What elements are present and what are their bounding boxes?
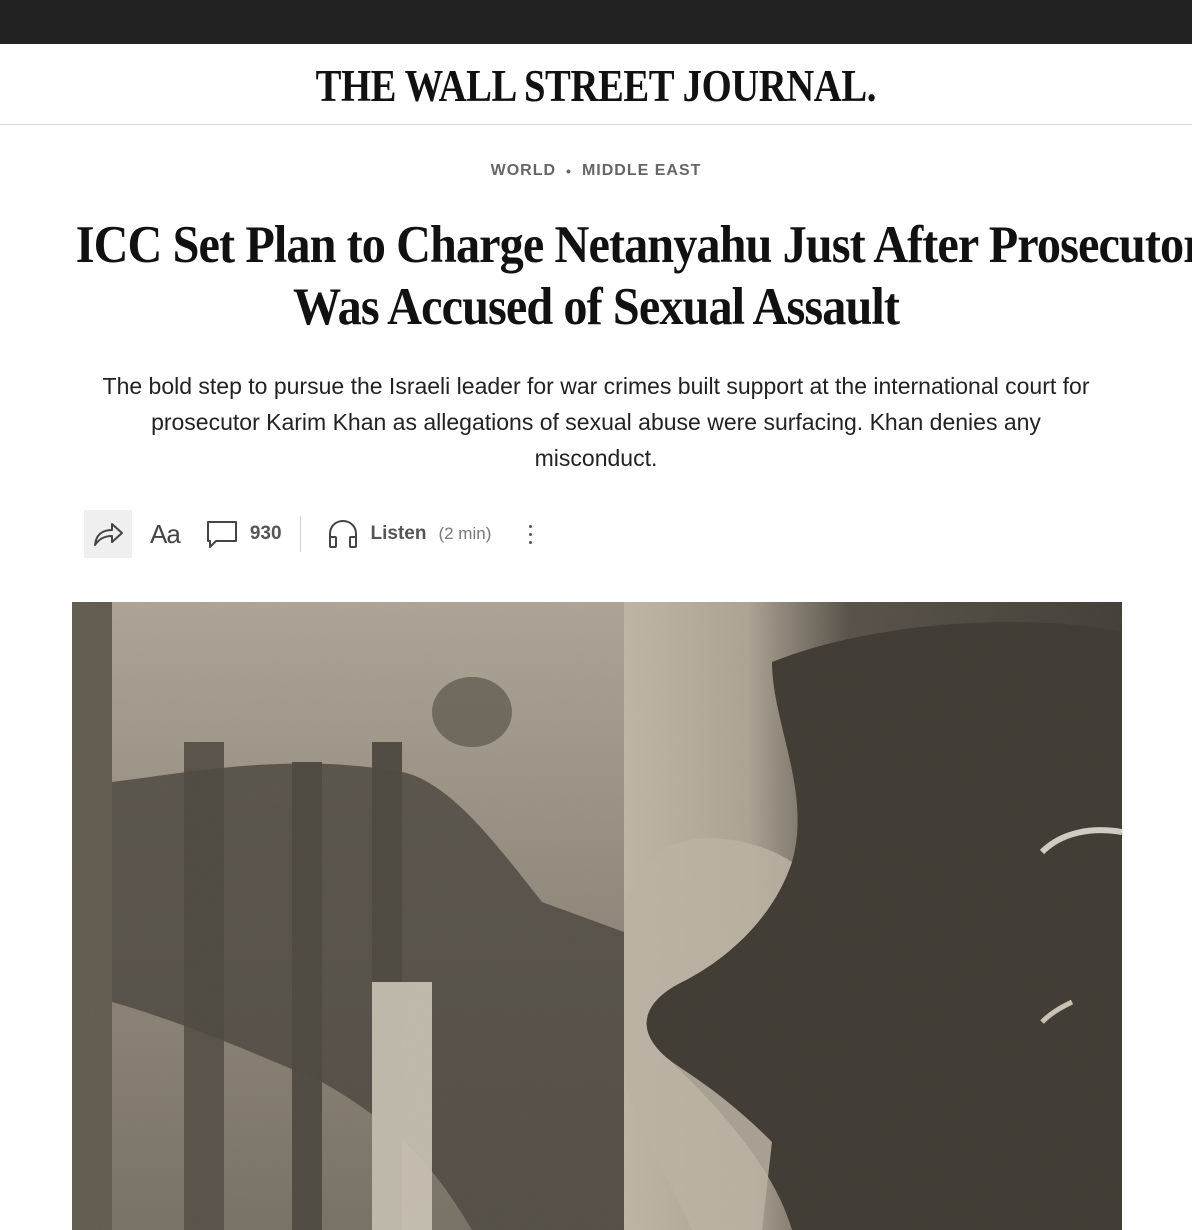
headline-line-2: Was Accused of Sexual Assault — [292, 278, 900, 336]
grain-overlay — [72, 602, 1122, 1230]
wsj-logo[interactable]: THE WALL STREET JOURNAL. — [316, 63, 877, 109]
breadcrumb-section-link[interactable]: WORLD — [491, 162, 556, 180]
speech-bubble-icon — [206, 521, 237, 548]
listen-label: Listen — [370, 523, 427, 544]
comments-button[interactable]: 930 — [206, 519, 282, 549]
font-size-button[interactable]: Aa — [150, 519, 181, 550]
hero-illustration — [72, 602, 1122, 1230]
share-button[interactable] — [84, 510, 132, 558]
breadcrumb-subsection-link[interactable]: MIDDLE EAST — [582, 162, 701, 180]
article-toolbar: Aa 930 Listen (2 min) — [84, 510, 535, 558]
toolbar-divider — [299, 516, 301, 552]
masthead: THE WALL STREET JOURNAL. — [0, 44, 1192, 125]
browser-top-bar — [0, 0, 1192, 44]
vertical-ellipsis-icon — [528, 524, 532, 528]
vertical-ellipsis-dot — [528, 540, 532, 544]
listen-button[interactable]: Listen (2 min) — [327, 519, 492, 549]
listen-duration: (2 min) — [438, 524, 492, 543]
breadcrumb-separator: • — [566, 163, 572, 179]
more-options-button[interactable] — [525, 524, 535, 544]
comments-count: 930 — [249, 523, 282, 544]
vertical-ellipsis-dot — [528, 532, 532, 536]
headphones-icon — [328, 519, 357, 548]
article-headline: ICC Set Plan to Charge Netanyahu Just Af… — [20, 214, 1192, 338]
share-arrow-icon — [94, 523, 123, 546]
headline-line-1: ICC Set Plan to Charge Netanyahu Just Af… — [75, 216, 1192, 274]
article-dek: The bold step to pursue the Israeli lead… — [102, 373, 1090, 471]
breadcrumb: WORLD • MIDDLE EAST — [0, 162, 1192, 180]
hero-image — [72, 602, 1122, 1230]
